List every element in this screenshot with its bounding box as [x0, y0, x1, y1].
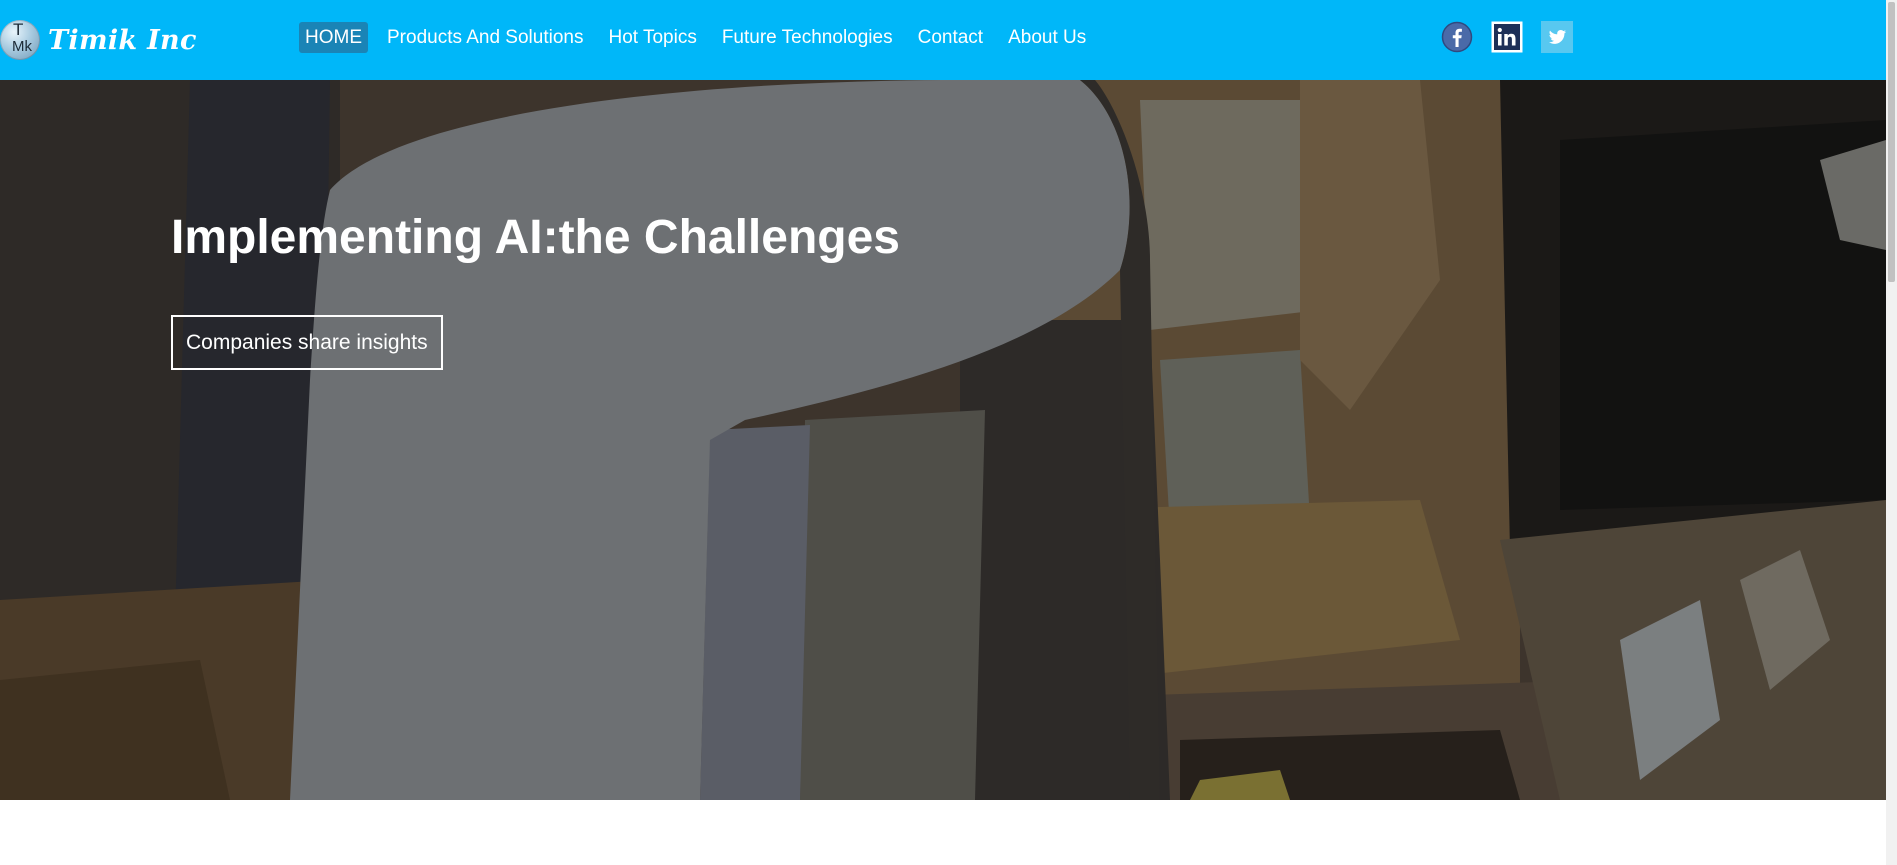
hero-background-image	[0, 80, 1886, 800]
nav-item-home[interactable]: HOME	[299, 22, 368, 53]
logo-mark-top: T	[13, 20, 24, 39]
linkedin-icon[interactable]	[1491, 21, 1523, 53]
nav-item-hot-topics[interactable]: Hot Topics	[602, 22, 702, 53]
page-scrollbar[interactable]	[1886, 0, 1897, 865]
hero-banner: Implementing AI:the Challenges Companies…	[0, 80, 1886, 800]
facebook-icon[interactable]	[1441, 21, 1473, 53]
brand-logo-link[interactable]: T Mk Timik Inc	[0, 19, 197, 61]
twitter-icon[interactable]	[1541, 21, 1573, 53]
nav-item-products-and-solutions[interactable]: Products And Solutions	[381, 22, 589, 53]
social-links	[1441, 20, 1591, 54]
hero-title: Implementing AI:the Challenges	[171, 211, 900, 264]
nav-item-about-us[interactable]: About Us	[1002, 22, 1092, 53]
site-header: T Mk Timik Inc HOME Products And Solutio…	[0, 0, 1886, 80]
nav-item-contact[interactable]: Contact	[912, 22, 989, 53]
scrollbar-thumb[interactable]	[1888, 2, 1895, 282]
brand-name: Timik Inc	[48, 24, 197, 56]
logo-mark-icon: T Mk	[0, 20, 40, 60]
logo-mark-bottom: Mk	[12, 38, 32, 55]
nav-item-future-technologies[interactable]: Future Technologies	[716, 22, 899, 53]
page: T Mk Timik Inc HOME Products And Solutio…	[0, 0, 1886, 865]
main-nav: HOME Products And Solutions Hot Topics F…	[299, 22, 1105, 53]
hero-cta-button[interactable]: Companies share insights	[171, 315, 443, 370]
